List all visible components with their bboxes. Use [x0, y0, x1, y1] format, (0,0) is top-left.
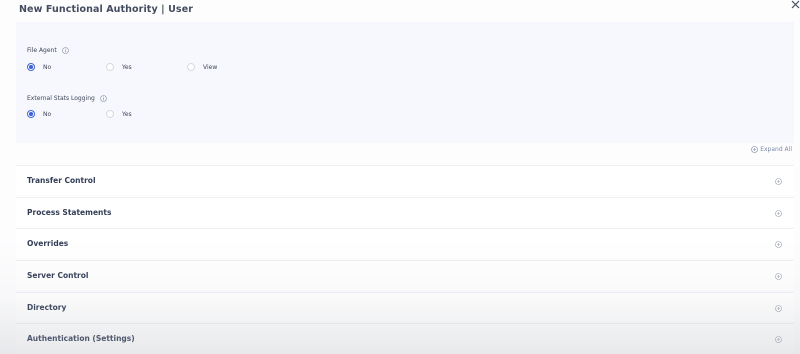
plus-circle-icon[interactable]	[775, 241, 782, 248]
section-title: Process Statements	[27, 208, 112, 217]
radio-selected-icon	[27, 63, 35, 71]
info-icon[interactable]	[100, 95, 107, 102]
options-panel: File Agent No Yes View External Stats Lo…	[16, 22, 794, 143]
section-title: Directory	[27, 303, 67, 312]
external-stats-logging-option-no[interactable]: No	[27, 110, 51, 118]
option-label: No	[43, 110, 52, 118]
plus-circle-icon[interactable]	[775, 336, 782, 343]
close-icon	[790, 0, 800, 10]
section-directory[interactable]: Directory	[16, 292, 794, 322]
file-agent-option-no[interactable]: No	[27, 63, 51, 71]
functional-authority-modal: New Functional Authority | User File Age…	[0, 0, 800, 354]
modal-title: New Functional Authority | User	[19, 4, 194, 15]
file-agent-field-label: File Agent	[27, 47, 69, 54]
close-button[interactable]	[790, 0, 800, 10]
section-overrides[interactable]: Overrides	[16, 228, 794, 258]
external-stats-logging-field-label: External Stats Logging	[27, 95, 107, 102]
expand-all-label: Expand All	[760, 146, 792, 153]
option-label: Yes	[122, 63, 132, 71]
plus-circle-icon[interactable]	[775, 305, 782, 312]
section-title: Server Control	[27, 271, 89, 280]
file-agent-label: File Agent	[27, 47, 57, 54]
section-title: Transfer Control	[27, 176, 96, 185]
radio-unselected-icon	[106, 63, 114, 71]
option-label: No	[43, 63, 52, 71]
external-stats-logging-option-yes[interactable]: Yes	[106, 110, 132, 118]
radio-selected-icon	[27, 110, 35, 118]
section-title: Overrides	[27, 239, 69, 248]
plus-circle-icon[interactable]	[775, 273, 782, 280]
file-agent-option-yes[interactable]: Yes	[106, 63, 132, 71]
section-transfer-control[interactable]: Transfer Control	[16, 165, 794, 195]
plus-circle-icon	[751, 146, 759, 153]
section-title: Authentication (Settings)	[27, 334, 135, 343]
option-label: Yes	[122, 110, 132, 118]
section-authentication-settings[interactable]: Authentication (Settings)	[16, 323, 794, 353]
section-server-control[interactable]: Server Control	[16, 260, 794, 290]
info-icon[interactable]	[61, 47, 69, 54]
file-agent-option-view[interactable]: View	[187, 63, 217, 71]
option-label: View	[203, 63, 218, 71]
radio-unselected-icon	[187, 63, 195, 71]
section-process-statements[interactable]: Process Statements	[16, 197, 794, 227]
external-stats-logging-label: External Stats Logging	[27, 95, 95, 102]
expand-all-button[interactable]: Expand All	[751, 146, 792, 153]
plus-circle-icon[interactable]	[775, 178, 782, 185]
radio-unselected-icon	[106, 110, 114, 118]
plus-circle-icon[interactable]	[775, 210, 782, 217]
